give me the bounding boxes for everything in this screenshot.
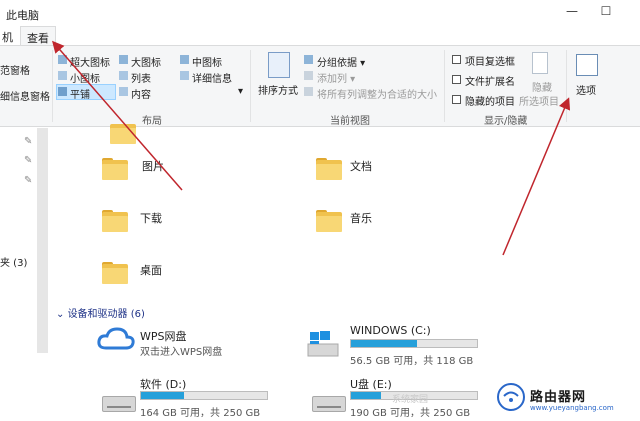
annotation-arrows xyxy=(52,40,571,256)
arrow-to-view-tab xyxy=(52,40,183,191)
arrow-to-options xyxy=(502,97,571,256)
